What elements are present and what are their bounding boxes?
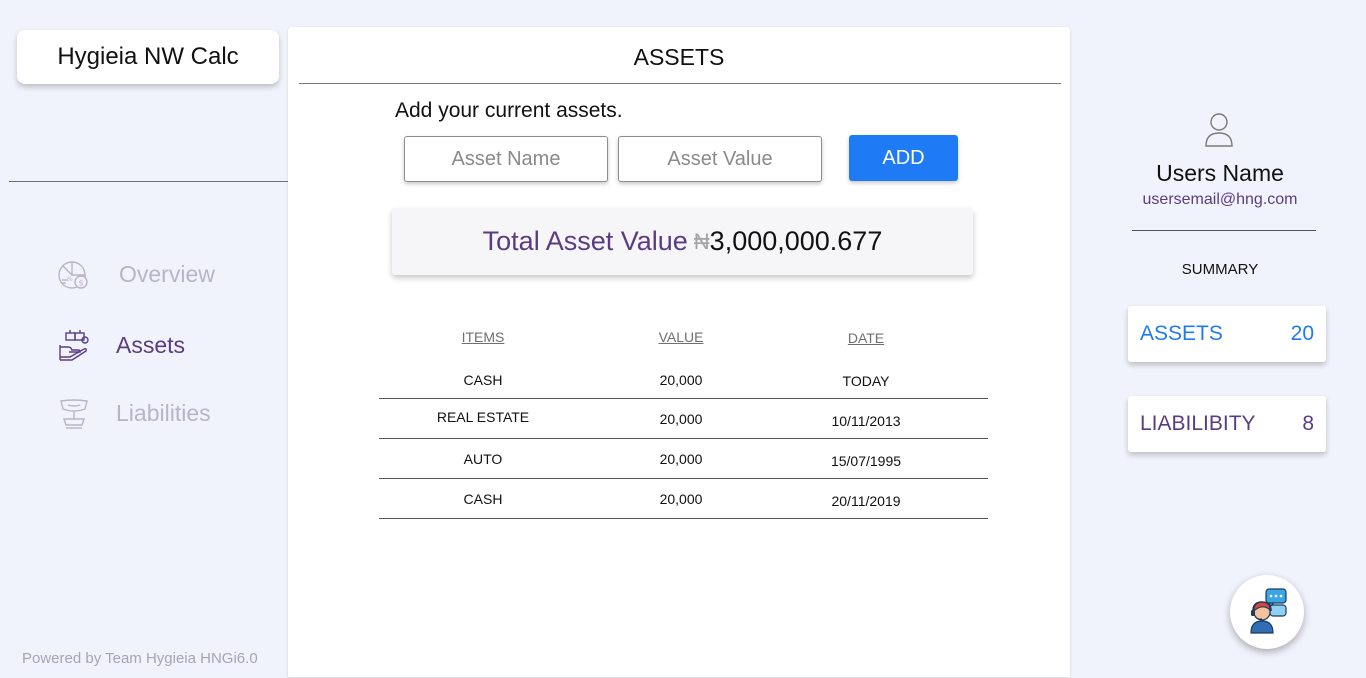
column-header-items[interactable]: ITEMS	[403, 329, 563, 345]
table-row[interactable]: REAL ESTATE 20,000 10/11/2013	[379, 399, 988, 439]
sidebar-divider	[9, 181, 288, 182]
summary-liabilities-card[interactable]: LIABILIBITY 8	[1128, 396, 1326, 452]
title-divider	[299, 83, 1061, 84]
table-row[interactable]: AUTO 20,000 15/07/1995	[379, 439, 988, 479]
cell-value: 20,000	[659, 451, 703, 467]
svg-text:$: $	[79, 279, 84, 288]
column-header-date[interactable]: DATE	[786, 330, 946, 346]
total-asset-card: Total Asset Value ₦ 3,000,000.677	[392, 208, 973, 275]
asset-name-input[interactable]	[404, 136, 608, 182]
assets-panel: ASSETS Add your current assets. ADD Tota…	[288, 27, 1070, 677]
user-name: Users Name	[1156, 160, 1284, 186]
overview-chart-icon: $ %	[56, 256, 92, 292]
naira-currency-icon: ₦	[693, 228, 710, 254]
summary-assets-count: 20	[1290, 322, 1314, 345]
user-divider	[1132, 230, 1316, 231]
cell-value: 20,000	[659, 491, 703, 507]
svg-text:%: %	[67, 276, 73, 283]
add-asset-button[interactable]: ADD	[849, 135, 958, 181]
sidebar-item-liabilities[interactable]: Liabilities	[56, 395, 211, 431]
summary-liabilities-label: LIABILIBITY	[1140, 412, 1256, 435]
total-asset-label: Total Asset Value	[482, 226, 688, 256]
summary-assets-label: ASSETS	[1140, 322, 1223, 345]
user-email: usersemail@hng.com	[1142, 191, 1298, 208]
cell-item: AUTO	[463, 451, 503, 467]
total-asset-amount: 3,000,000.677	[709, 226, 883, 256]
cell-date: 10/11/2013	[831, 413, 901, 429]
support-chat-button[interactable]	[1230, 575, 1304, 649]
cell-date: TODAY	[842, 373, 890, 389]
column-header-value[interactable]: VALUE	[601, 329, 761, 345]
table-row[interactable]: CASH 20,000 20/11/2019	[379, 479, 988, 519]
sidebar-item-overview[interactable]: $ % Overview	[56, 256, 215, 292]
summary-heading: SUMMARY	[1181, 261, 1259, 278]
sidebar-item-label: Assets	[116, 331, 186, 358]
cell-item: CASH	[463, 491, 503, 507]
asset-value-input[interactable]	[618, 136, 822, 182]
cell-value: 20,000	[659, 372, 703, 388]
support-agent-icon	[1242, 585, 1292, 640]
cell-date: 15/07/1995	[830, 453, 902, 469]
summary-assets-card[interactable]: ASSETS 20	[1128, 306, 1326, 362]
footer-credit: Powered by Team Hygieia HNGi6.0	[22, 650, 258, 667]
cell-item: REAL ESTATE	[436, 409, 530, 425]
user-avatar-icon[interactable]	[1203, 112, 1235, 148]
cell-item: CASH	[463, 372, 503, 388]
sidebar-item-label: Overview	[119, 260, 215, 287]
cell-date: 20/11/2019	[831, 493, 901, 509]
liabilities-icon	[56, 395, 92, 431]
page-title: ASSETS	[633, 44, 725, 70]
summary-liabilities-count: 8	[1302, 412, 1314, 435]
page-subtitle: Add your current assets.	[395, 99, 623, 122]
assets-icon	[56, 327, 92, 363]
sidebar-item-label: Liabilities	[116, 399, 211, 426]
app-brand[interactable]: Hygieia NW Calc	[17, 30, 279, 84]
sidebar-item-assets[interactable]: Assets	[56, 327, 185, 363]
cell-value: 20,000	[659, 411, 703, 427]
